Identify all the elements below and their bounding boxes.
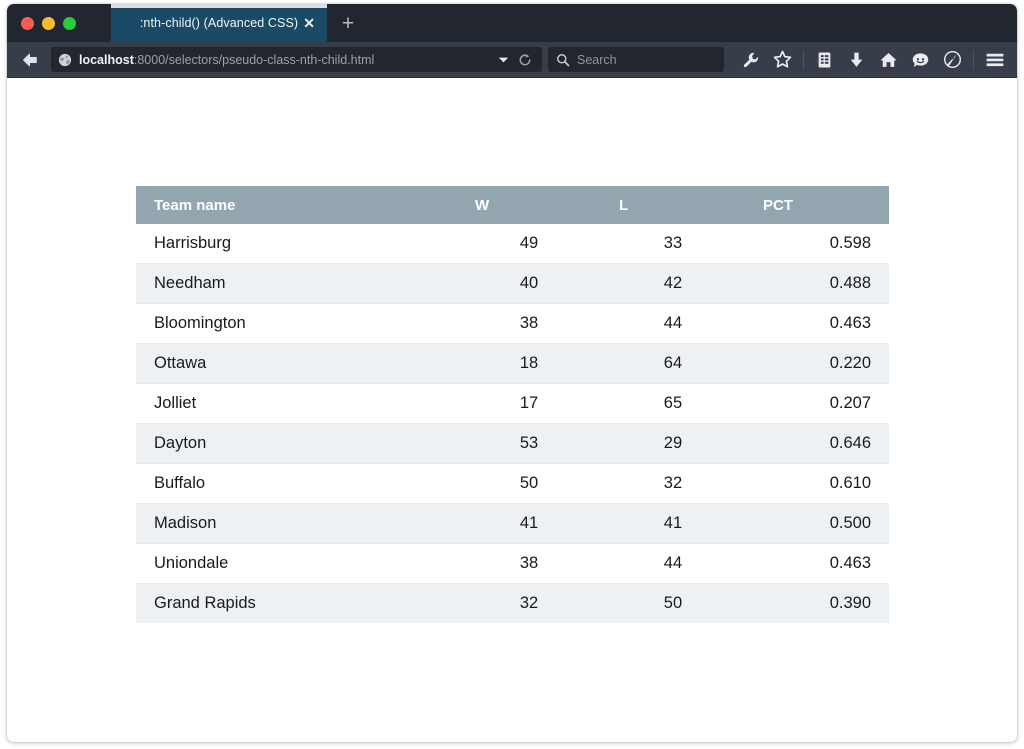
cell-team: Grand Rapids	[136, 583, 457, 623]
globe-favicon-icon	[58, 53, 72, 66]
cell-pct: 0.500	[744, 503, 889, 544]
table-row: Needham 40 42 0.488	[136, 263, 889, 304]
table-row: Bloomington 38 44 0.463	[136, 303, 889, 344]
toolbar-separator-2	[973, 49, 974, 70]
cell-w: 49	[457, 224, 601, 264]
table-row: Dayton 53 29 0.646	[136, 423, 889, 464]
cell-l: 41	[600, 503, 745, 544]
minimize-window-button[interactable]	[42, 16, 55, 30]
browser-tab-active[interactable]: :nth-child() (Advanced CSS) ✕	[111, 4, 327, 42]
cell-pct: 0.463	[744, 543, 889, 584]
browser-window: :nth-child() (Advanced CSS) ✕ + localhos…	[7, 4, 1017, 742]
cell-w: 38	[457, 303, 601, 344]
tab-title: :nth-child() (Advanced CSS)	[139, 16, 299, 30]
page-content: Team name W L PCT Harrisburg 49 33 0.598…	[7, 78, 1017, 742]
cell-l: 29	[600, 423, 745, 464]
cell-pct: 0.463	[744, 303, 889, 344]
cell-pct: 0.610	[744, 463, 889, 504]
zoom-window-button[interactable]	[63, 16, 76, 30]
table-row: Buffalo 50 32 0.610	[136, 463, 889, 504]
toolbar-icon-group	[730, 46, 1009, 74]
cell-l: 42	[600, 263, 745, 304]
cell-w: 38	[457, 543, 601, 584]
cell-w: 17	[457, 383, 601, 424]
table-head: Team name W L PCT	[136, 186, 889, 224]
cell-l: 44	[600, 303, 745, 344]
cell-w: 18	[457, 343, 601, 384]
cell-team: Jolliet	[136, 383, 457, 424]
standings-table-container: Team name W L PCT Harrisburg 49 33 0.598…	[136, 186, 889, 623]
cell-l: 64	[600, 343, 745, 384]
cell-l: 50	[600, 583, 745, 623]
cell-l: 65	[600, 383, 745, 424]
cell-w: 41	[457, 503, 601, 544]
cell-l: 44	[600, 543, 745, 584]
cell-pct: 0.488	[744, 263, 889, 304]
cell-w: 40	[457, 263, 601, 304]
cell-pct: 0.207	[744, 383, 889, 424]
new-tab-button[interactable]: +	[327, 4, 369, 42]
table-row: Uniondale 38 44 0.463	[136, 543, 889, 584]
reader-icon[interactable]	[810, 46, 839, 74]
home-icon[interactable]	[874, 46, 903, 74]
chat-icon[interactable]	[906, 46, 935, 74]
hamburger-menu-icon[interactable]	[980, 46, 1009, 74]
table-row: Jolliet 17 65 0.207	[136, 383, 889, 424]
cell-team: Needham	[136, 263, 457, 304]
cell-pct: 0.598	[744, 224, 889, 264]
table-row: Grand Rapids 32 50 0.390	[136, 583, 889, 623]
url-bar-actions	[498, 53, 535, 67]
tab-bar: :nth-child() (Advanced CSS) ✕ +	[7, 4, 1017, 42]
url-host: localhost	[79, 52, 134, 67]
toolbar-separator	[803, 49, 804, 70]
column-header-w: W	[457, 186, 601, 224]
navigation-toolbar: localhost:8000/selectors/pseudo-class-nt…	[7, 42, 1017, 78]
wrench-icon[interactable]	[736, 46, 765, 74]
cell-pct: 0.646	[744, 423, 889, 464]
cell-l: 33	[600, 224, 745, 264]
table-body: Harrisburg 49 33 0.598 Needham 40 42 0.4…	[136, 224, 889, 623]
table-row: Madison 41 41 0.500	[136, 503, 889, 544]
table-header-row: Team name W L PCT	[136, 186, 889, 224]
close-window-button[interactable]	[21, 16, 34, 30]
cell-w: 32	[457, 583, 601, 623]
window-controls	[7, 4, 88, 42]
cell-team: Harrisburg	[136, 224, 457, 264]
standings-table: Team name W L PCT Harrisburg 49 33 0.598…	[136, 186, 889, 623]
search-icon	[557, 53, 570, 66]
column-header-l: L	[600, 186, 745, 224]
back-arrow-icon	[23, 53, 37, 66]
column-header-team: Team name	[136, 186, 457, 224]
star-icon[interactable]	[768, 46, 797, 74]
reload-icon[interactable]	[518, 53, 532, 67]
cell-team: Dayton	[136, 423, 457, 464]
search-input[interactable]: Search	[577, 53, 617, 67]
cell-team: Ottawa	[136, 343, 457, 384]
cell-pct: 0.220	[744, 343, 889, 384]
search-field[interactable]: Search	[548, 47, 724, 72]
cell-team: Madison	[136, 503, 457, 544]
cell-team: Buffalo	[136, 463, 457, 504]
download-icon[interactable]	[842, 46, 871, 74]
table-row: Harrisburg 49 33 0.598	[136, 224, 889, 264]
chevron-down-icon[interactable]	[498, 56, 509, 64]
cell-team: Bloomington	[136, 303, 457, 344]
column-header-pct: PCT	[744, 186, 889, 224]
firebug-icon[interactable]	[938, 46, 967, 74]
cell-w: 50	[457, 463, 601, 504]
table-row: Ottawa 18 64 0.220	[136, 343, 889, 384]
cell-team: Uniondale	[136, 543, 457, 584]
cell-l: 32	[600, 463, 745, 504]
url-path: :8000/selectors/pseudo-class-nth-child.h…	[133, 52, 375, 67]
close-tab-icon[interactable]: ✕	[303, 16, 315, 30]
cell-w: 53	[457, 423, 601, 464]
address-bar[interactable]: localhost:8000/selectors/pseudo-class-nt…	[51, 47, 542, 72]
back-button[interactable]	[15, 47, 45, 73]
cell-pct: 0.390	[744, 583, 889, 623]
url-text: localhost:8000/selectors/pseudo-class-nt…	[79, 53, 491, 67]
